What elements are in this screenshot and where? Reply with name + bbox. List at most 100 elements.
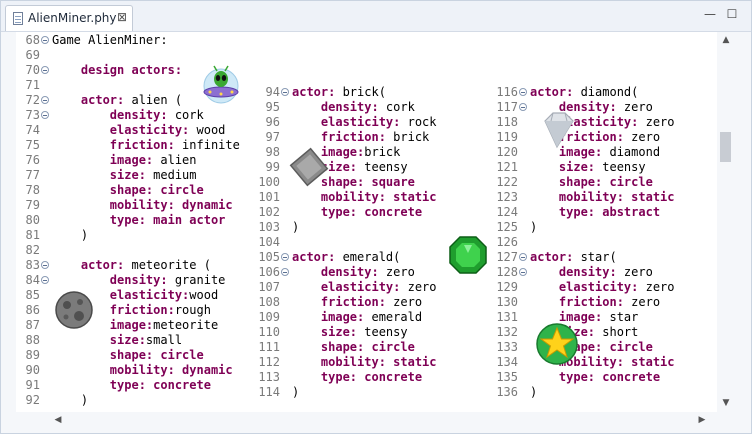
code-text: friction: brick xyxy=(292,130,429,145)
code-text: size:small xyxy=(52,333,182,348)
code-text: actor: alien ( xyxy=(52,93,182,108)
line-number: 124 xyxy=(496,205,518,219)
scroll-left-icon[interactable]: ◀ xyxy=(52,415,64,425)
keyword-token: shape: circle xyxy=(530,175,653,189)
fold-toggle-icon[interactable] xyxy=(41,36,49,44)
text-token: ) xyxy=(52,228,89,242)
minimize-icon[interactable]: — xyxy=(703,7,717,21)
keyword-token: size: xyxy=(530,160,603,174)
line-number: 135 xyxy=(496,370,518,384)
fold-toggle-icon[interactable] xyxy=(41,276,49,284)
keyword-token: actor: xyxy=(52,258,132,272)
code-text: type: concrete xyxy=(530,370,660,385)
keyword-token: actor: xyxy=(530,250,581,264)
line-number: 103 xyxy=(258,220,280,234)
diamond-icon xyxy=(544,112,574,149)
maximize-icon[interactable]: ☐ xyxy=(725,7,739,21)
text-token: brick xyxy=(393,130,430,144)
scroll-right-icon[interactable]: ▶ xyxy=(696,415,708,425)
text-token: emerald xyxy=(371,310,423,324)
keyword-token: density: xyxy=(52,108,175,122)
code-editor[interactable]: 68 Game AlienMiner: 69 70 design actors: 71 7… xyxy=(16,32,734,412)
keyword-token: mobility: static xyxy=(292,190,437,204)
line-number: 92 xyxy=(25,393,40,407)
text-token: zero xyxy=(623,100,653,114)
fold-toggle-icon[interactable] xyxy=(519,88,527,96)
line-number: 105 xyxy=(258,250,280,264)
code-text: friction: zero xyxy=(530,295,660,310)
keyword-token: type: abstract xyxy=(530,205,661,219)
line-number: 99 xyxy=(265,160,280,174)
keyword-token: design actors: xyxy=(52,63,183,77)
code-text: mobility: static xyxy=(292,190,437,205)
text-token: infinite xyxy=(182,138,240,152)
text-token: cork xyxy=(385,100,415,114)
text-token: medium xyxy=(153,168,197,182)
keyword-token: actor: xyxy=(530,85,581,99)
code-text: actor: meteorite ( xyxy=(52,258,211,273)
fold-toggle-icon[interactable] xyxy=(281,88,289,96)
code-text: friction: infinite xyxy=(52,138,240,153)
scroll-down-icon[interactable]: ▼ xyxy=(720,398,732,408)
line-number: 131 xyxy=(496,310,518,324)
code-text: image: alien xyxy=(52,153,197,168)
code-text: shape: circle xyxy=(52,348,204,363)
line-number: 130 xyxy=(496,295,518,309)
keyword-token: actor: xyxy=(292,85,343,99)
line-number: 122 xyxy=(496,175,518,189)
keyword-token: size: xyxy=(52,168,154,182)
fold-toggle-icon[interactable] xyxy=(41,96,49,104)
keyword-token: density: xyxy=(52,273,175,287)
keyword-token: actor: xyxy=(292,250,343,264)
text-token: wood xyxy=(189,288,219,302)
keyword-token: density: xyxy=(292,265,386,279)
code-text: ) xyxy=(530,220,537,235)
line-number: 101 xyxy=(258,190,280,204)
line-number: 82 xyxy=(25,243,40,257)
scroll-up-icon[interactable]: ▲ xyxy=(720,35,732,45)
brick-icon xyxy=(289,147,329,187)
vertical-scroll-thumb[interactable] xyxy=(720,132,731,162)
line-number: 134 xyxy=(496,355,518,369)
line-number: 89 xyxy=(25,348,40,362)
text-token: ) xyxy=(530,385,538,399)
vertical-scrollbar[interactable]: ▲ ▼ xyxy=(717,32,735,412)
line-number: 104 xyxy=(258,235,280,249)
code-text: elasticity: rock xyxy=(292,115,437,130)
text-token: star( xyxy=(580,250,617,264)
fold-toggle-icon[interactable] xyxy=(281,268,289,276)
fold-toggle-icon[interactable] xyxy=(41,111,49,119)
fold-toggle-icon[interactable] xyxy=(519,268,527,276)
editor-window: AlienMiner.phy ⊠ — ☐ 68 Game AlienMiner: 6… xyxy=(0,0,752,434)
fold-toggle-icon[interactable] xyxy=(281,253,289,261)
line-number: 118 xyxy=(496,115,518,129)
fold-toggle-icon[interactable] xyxy=(41,261,49,269)
horizontal-scrollbar[interactable]: ◀ ▶ xyxy=(16,413,716,429)
line-number: 112 xyxy=(258,355,280,369)
text-token: diamond( xyxy=(580,85,639,99)
fold-toggle-icon[interactable] xyxy=(519,103,527,111)
text-token: zero xyxy=(645,115,675,129)
close-icon[interactable]: ⊠ xyxy=(117,10,127,24)
code-text: actor: emerald( xyxy=(292,250,400,265)
keyword-token: density: xyxy=(292,100,386,114)
text-token: emerald( xyxy=(342,250,401,264)
keyword-token: elasticity: xyxy=(292,115,408,129)
code-text: type: concrete xyxy=(292,370,422,385)
tab-alienminer[interactable]: AlienMiner.phy ⊠ xyxy=(5,5,133,31)
fold-toggle-icon[interactable] xyxy=(41,66,49,74)
code-text: size: teensy xyxy=(292,325,408,340)
line-number: 123 xyxy=(496,190,518,204)
keyword-token: friction: xyxy=(292,130,394,144)
text-token: ) xyxy=(292,220,300,234)
text-token: granite xyxy=(174,273,226,287)
keyword-token: density: xyxy=(530,265,624,279)
text-token: zero xyxy=(631,130,661,144)
line-number: 98 xyxy=(265,145,280,159)
fold-toggle-icon[interactable] xyxy=(519,253,527,261)
code-text: ) xyxy=(292,385,299,400)
text-token: alien ( xyxy=(131,93,183,107)
line-number: 84 xyxy=(25,273,40,287)
line-number: 87 xyxy=(25,318,40,332)
keyword-token: shape: circle xyxy=(292,340,415,354)
